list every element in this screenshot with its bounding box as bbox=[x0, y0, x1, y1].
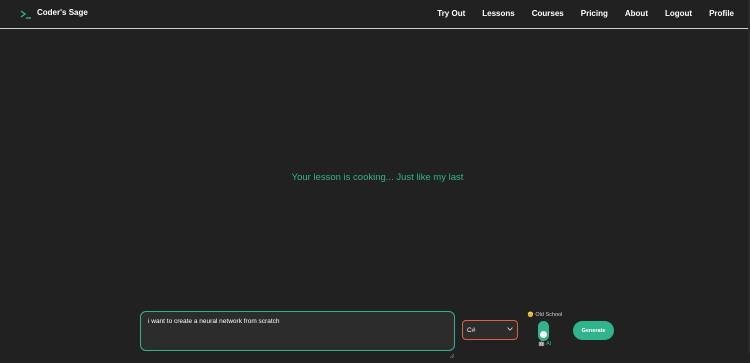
mode-toggle[interactable] bbox=[538, 321, 549, 341]
nav-link-try-out[interactable]: Try Out bbox=[437, 9, 465, 19]
mode-label-old-school: 👴 Old School bbox=[527, 312, 563, 318]
language-select-value: C# bbox=[467, 326, 476, 334]
resize-grip-icon[interactable] bbox=[449, 345, 455, 359]
mode-toggle-knob bbox=[540, 331, 547, 338]
brand[interactable]: Coder's Sage bbox=[20, 7, 88, 19]
navbar: Coder's Sage Try Out Lessons Courses Pri… bbox=[0, 0, 750, 29]
nav-link-courses[interactable]: Courses bbox=[532, 9, 564, 19]
nav-link-profile[interactable]: Profile bbox=[709, 9, 734, 19]
prompt-input[interactable]: i want to create a neural network from s… bbox=[140, 311, 455, 351]
lesson-status-text: Your lesson is cooking... Just like my l… bbox=[291, 172, 464, 183]
nav-link-logout[interactable]: Logout bbox=[665, 9, 692, 19]
nav-link-about[interactable]: About bbox=[625, 9, 648, 19]
nav-link-pricing[interactable]: Pricing bbox=[581, 9, 608, 19]
nav-links: Try Out Lessons Courses Pricing About Lo… bbox=[420, 9, 734, 19]
chevron-down-icon bbox=[507, 327, 513, 333]
terminal-prompt-icon bbox=[20, 7, 32, 19]
language-select[interactable]: C# bbox=[462, 320, 518, 340]
mode-label-ai: 🤖 AI bbox=[538, 341, 552, 347]
brand-name: Coder's Sage bbox=[37, 8, 88, 17]
generate-button[interactable]: Generate bbox=[573, 321, 614, 340]
nav-link-lessons[interactable]: Lessons bbox=[482, 9, 514, 19]
